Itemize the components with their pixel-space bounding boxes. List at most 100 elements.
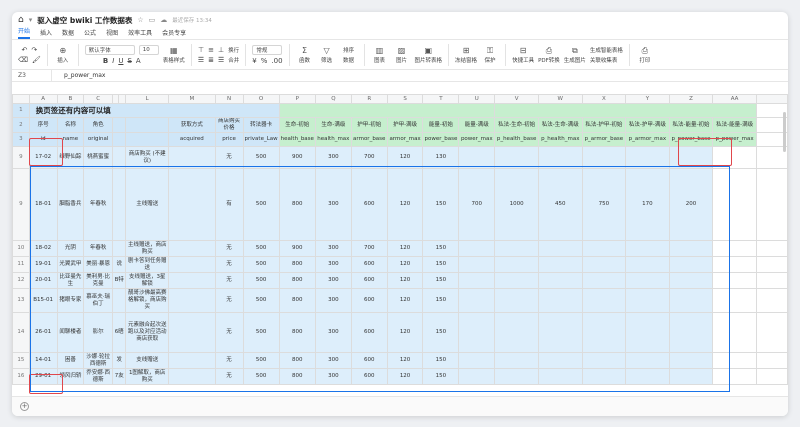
table-cell[interactable]: 120 bbox=[386, 352, 424, 369]
table-cell[interactable]: 比亚曼先生 bbox=[56, 272, 85, 289]
table-cell[interactable] bbox=[458, 368, 496, 385]
column-header[interactable]: T bbox=[422, 94, 460, 104]
table-cell[interactable]: 700 bbox=[350, 146, 388, 169]
column-header[interactable]: L bbox=[125, 94, 170, 104]
table-cell[interactable]: 500 bbox=[242, 240, 280, 257]
table-cell[interactable]: 1000 bbox=[494, 168, 539, 241]
field-key-cell[interactable]: private_Law bbox=[242, 132, 280, 147]
table-cell[interactable] bbox=[668, 256, 714, 273]
field-key-cell[interactable]: acquired bbox=[168, 132, 216, 147]
table-cell[interactable] bbox=[168, 240, 216, 257]
table-cell[interactable]: 500 bbox=[242, 288, 280, 313]
field-key-cell[interactable]: p_health_max bbox=[537, 132, 583, 147]
field-label-cell[interactable]: 角色 bbox=[83, 117, 114, 133]
table-cell[interactable]: 300 bbox=[314, 256, 352, 273]
row-number[interactable]: 11 bbox=[12, 256, 30, 273]
field-label-cell[interactable]: 生命-初始 bbox=[278, 117, 316, 133]
field-key-cell[interactable]: p_power_base bbox=[668, 132, 714, 147]
table-cell[interactable] bbox=[625, 312, 670, 353]
table-cell[interactable]: 胭脂香兵 bbox=[56, 168, 85, 241]
table-cell[interactable] bbox=[168, 272, 216, 289]
pdf-convert-button[interactable]: ⎙ PDF转换 bbox=[538, 46, 560, 64]
table-cell[interactable] bbox=[668, 288, 714, 313]
print-button[interactable]: ⎙ 打印 bbox=[636, 46, 654, 64]
table-cell[interactable]: 无 bbox=[214, 240, 244, 257]
column-header[interactable]: C bbox=[83, 94, 114, 104]
table-cell[interactable]: 20-01 bbox=[28, 272, 58, 289]
table-cell[interactable]: 130 bbox=[422, 146, 460, 169]
smart-table-button[interactable]: 生成智能表格 bbox=[590, 46, 623, 54]
table-cell[interactable] bbox=[537, 288, 583, 313]
field-key-cell[interactable]: power_max bbox=[458, 132, 496, 147]
menu-member[interactable]: 会员专享 bbox=[162, 28, 186, 39]
table-cell[interactable] bbox=[537, 352, 583, 369]
add-sheet-icon[interactable]: + bbox=[20, 402, 29, 411]
field-key-cell[interactable]: p_power_max bbox=[712, 132, 757, 147]
table-cell[interactable]: 无 bbox=[214, 352, 244, 369]
corner-cell[interactable] bbox=[12, 94, 30, 104]
quick-tools-button[interactable]: ⊟ 快捷工具 bbox=[512, 46, 534, 64]
strikethrough-icon[interactable]: S bbox=[127, 57, 131, 65]
table-cell[interactable] bbox=[494, 288, 539, 313]
table-cell[interactable]: 困善 bbox=[56, 352, 85, 369]
table-cell[interactable] bbox=[581, 352, 627, 369]
column-header[interactable] bbox=[117, 94, 127, 104]
align-bottom-icon[interactable]: ⊥ bbox=[218, 46, 224, 54]
align-right-icon[interactable]: ☰ bbox=[218, 56, 224, 64]
field-key-cell[interactable]: health_max bbox=[314, 132, 352, 147]
table-cell[interactable] bbox=[625, 240, 670, 257]
green-header-cell[interactable] bbox=[494, 103, 757, 118]
table-cell[interactable]: 300 bbox=[314, 146, 352, 169]
table-cell[interactable] bbox=[668, 272, 714, 289]
table-cell[interactable]: 170 bbox=[625, 168, 670, 241]
table-cell[interactable] bbox=[112, 240, 127, 257]
table-cell[interactable]: 500 bbox=[242, 168, 280, 241]
row-number[interactable]: 12 bbox=[12, 272, 30, 289]
table-cell[interactable] bbox=[668, 240, 714, 257]
table-cell[interactable]: 靓哥沙佛最高赛格解锁，商店购买 bbox=[125, 288, 170, 313]
table-cell[interactable]: 600 bbox=[350, 168, 388, 241]
table-cell[interactable]: 领风归轿 bbox=[56, 368, 85, 385]
column-header[interactable]: V bbox=[494, 94, 539, 104]
table-cell[interactable]: 800 bbox=[278, 368, 316, 385]
table-cell[interactable]: 300 bbox=[314, 240, 352, 257]
table-cell[interactable] bbox=[458, 288, 496, 313]
column-header[interactable]: S bbox=[386, 94, 424, 104]
table-cell[interactable] bbox=[581, 146, 627, 169]
table-cell[interactable]: 主线赠送，商店购买 bbox=[125, 240, 170, 257]
table-cell[interactable] bbox=[581, 312, 627, 353]
column-header[interactable]: M bbox=[168, 94, 216, 104]
font-color-icon[interactable]: A bbox=[136, 57, 141, 65]
sheet-title-cell[interactable]: 换页签还有内容可以填 bbox=[28, 103, 280, 118]
decimal-icon[interactable]: .00 bbox=[271, 57, 282, 65]
table-cell[interactable]: 18-02 bbox=[28, 240, 58, 257]
table-cell[interactable] bbox=[494, 146, 539, 169]
table-cell[interactable] bbox=[625, 272, 670, 289]
field-label-cell[interactable]: 获取方式 bbox=[168, 117, 216, 133]
table-cell[interactable] bbox=[168, 146, 216, 169]
field-label-cell[interactable]: 名称 bbox=[56, 117, 85, 133]
table-cell[interactable]: 剧卡答到任务赠送 bbox=[125, 256, 170, 273]
table-cell[interactable]: 300 bbox=[314, 168, 352, 241]
table-cell[interactable]: 300 bbox=[314, 288, 352, 313]
table-cell[interactable]: 800 bbox=[278, 312, 316, 353]
empty-cell[interactable] bbox=[712, 272, 757, 289]
table-cell[interactable]: 年春秋 bbox=[83, 240, 114, 257]
field-label-cell[interactable]: 护甲-初始 bbox=[350, 117, 388, 133]
table-cell[interactable]: 支线赠送 bbox=[125, 352, 170, 369]
freeze-button[interactable]: ⊞ 冻结窗格 bbox=[455, 46, 477, 64]
table-cell[interactable] bbox=[494, 272, 539, 289]
table-cell[interactable]: B特 bbox=[112, 272, 127, 289]
column-header[interactable]: B bbox=[56, 94, 85, 104]
table-cell[interactable] bbox=[668, 146, 714, 169]
table-cell[interactable]: 600 bbox=[350, 256, 388, 273]
column-header[interactable]: Z bbox=[668, 94, 714, 104]
field-key-cell[interactable]: original bbox=[83, 132, 114, 147]
green-header-cell[interactable] bbox=[278, 103, 496, 118]
italic-icon[interactable]: I bbox=[112, 57, 114, 65]
field-key-cell[interactable]: health_base bbox=[278, 132, 316, 147]
collect-form-button[interactable]: 关联收集表 bbox=[590, 56, 618, 64]
data-button[interactable]: 数据 bbox=[340, 56, 358, 64]
field-label-cell[interactable]: 转法器卡 bbox=[242, 117, 280, 133]
field-key-cell[interactable]: id bbox=[28, 132, 58, 147]
